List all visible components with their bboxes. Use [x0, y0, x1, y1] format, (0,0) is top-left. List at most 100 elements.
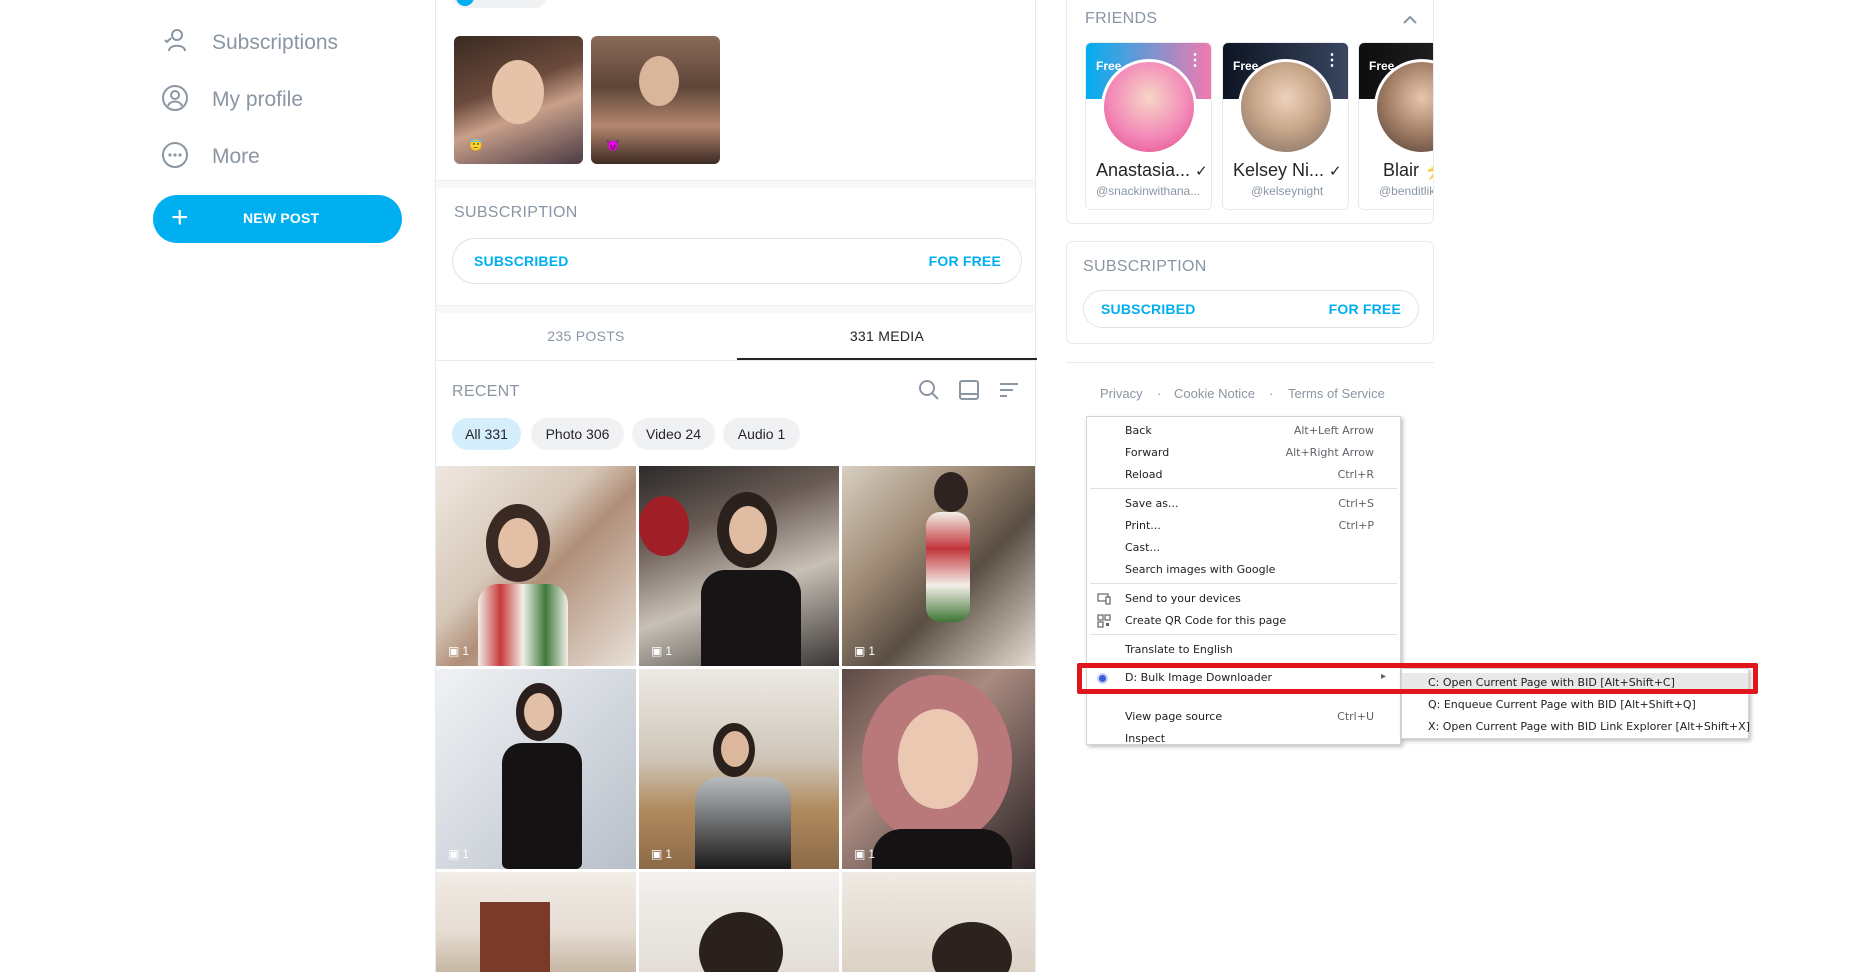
chevron-up-icon[interactable]: [1400, 10, 1420, 30]
menu-item-reload[interactable]: Reload Ctrl+R: [1087, 465, 1400, 485]
face-shape: [524, 693, 554, 731]
painting-shape: [480, 902, 550, 972]
menu-item-cast[interactable]: Cast...: [1087, 538, 1400, 558]
media-count: ▣ 1: [448, 644, 470, 658]
roses-shape: [639, 496, 689, 556]
friend-name: Anastasia... ✓: [1096, 160, 1208, 180]
hair-shape: [699, 912, 783, 972]
avatar: [1101, 59, 1197, 155]
media-count: ▣ 1: [854, 847, 876, 861]
media-item[interactable]: [436, 872, 636, 972]
menu-item-create-qr[interactable]: Create QR Code for this page: [1087, 611, 1400, 631]
nav-item-subscriptions[interactable]: Subscriptions: [160, 23, 338, 63]
filter-photo[interactable]: Photo 306: [531, 418, 624, 450]
highlight-thumbnail[interactable]: 😈: [591, 36, 720, 164]
face-shape: [729, 506, 767, 554]
image-icon: ▣: [854, 847, 866, 861]
tab-media[interactable]: 331 MEDIA: [737, 313, 1037, 360]
image-icon: ▣: [854, 644, 866, 658]
subscribed-label: SUBSCRIBED: [1101, 301, 1196, 317]
toggle-knob: [456, 0, 474, 6]
toggle-pill[interactable]: [454, 0, 546, 8]
media-item[interactable]: ▣ 1: [639, 669, 839, 869]
subscribed-button[interactable]: SUBSCRIBED FOR FREE: [452, 238, 1022, 284]
outfit-shape: [872, 829, 1012, 869]
divider: [436, 180, 1035, 188]
nav-label-subscriptions: Subscriptions: [212, 31, 339, 54]
face-shape: [498, 518, 538, 568]
nav-item-more[interactable]: More: [160, 137, 260, 177]
media-item[interactable]: [639, 872, 839, 972]
image-icon: ▣: [651, 847, 663, 861]
profile-icon: [160, 83, 190, 118]
search-icon[interactable]: [917, 378, 941, 402]
verified-icon: ✓: [1195, 163, 1208, 180]
subscribed-button[interactable]: SUBSCRIBED FOR FREE: [1083, 290, 1419, 328]
recent-label: RECENT: [452, 383, 520, 400]
more-options-icon[interactable]: ⋮: [1324, 53, 1340, 69]
menu-item-forward[interactable]: Forward Alt+Right Arrow: [1087, 443, 1400, 463]
divider: [436, 305, 1035, 313]
outfit-shape: [502, 743, 582, 869]
divider: [1066, 362, 1434, 363]
image-icon: ▣: [651, 644, 663, 658]
subscription-price: FOR FREE: [928, 253, 1001, 269]
filter-video[interactable]: Video 24: [632, 418, 715, 450]
terms-link[interactable]: Terms of Service: [1288, 386, 1385, 401]
divider: [436, 360, 1035, 361]
layout-icon[interactable]: [957, 378, 981, 402]
sort-icon[interactable]: [997, 378, 1021, 402]
nav-label-my-profile: My profile: [212, 88, 304, 111]
devices-icon: [1097, 593, 1111, 605]
privacy-link[interactable]: Privacy: [1100, 386, 1143, 401]
friends-title: FRIENDS: [1085, 10, 1158, 27]
emoji-badge: 😈: [606, 140, 620, 152]
hair-shape: [934, 472, 968, 512]
menu-separator: [1090, 583, 1397, 584]
face-shape: [492, 60, 544, 124]
verified-icon: ✓: [1329, 163, 1342, 180]
menu-item-send-to-devices[interactable]: Send to your devices: [1087, 589, 1400, 609]
filter-all[interactable]: All 331: [452, 418, 521, 450]
submenu-item-enqueue-page[interactable]: Q: Enqueue Current Page with BID [Alt+Sh…: [1402, 695, 1748, 715]
media-item[interactable]: ▣ 1: [436, 466, 636, 666]
subscription-price: FOR FREE: [1328, 301, 1401, 317]
friend-card[interactable]: Free ⋮ Anastasia... ✓ @snackinwithana...: [1085, 42, 1212, 210]
cookie-notice-link[interactable]: Cookie Notice: [1174, 386, 1255, 401]
filter-audio[interactable]: Audio 1: [723, 418, 800, 450]
menu-item-inspect[interactable]: Inspect: [1087, 729, 1400, 745]
media-item[interactable]: ▣ 1: [842, 669, 1035, 869]
media-count: ▣ 1: [651, 644, 673, 658]
submenu-item-link-explorer[interactable]: X: Open Current Page with BID Link Explo…: [1402, 717, 1750, 737]
media-count: ▣ 1: [448, 847, 470, 861]
image-icon: ▣: [448, 847, 460, 861]
subscribed-label: SUBSCRIBED: [474, 253, 569, 269]
menu-item-print[interactable]: Print... Ctrl+P: [1087, 516, 1400, 536]
menu-item-back[interactable]: Back Alt+Left Arrow: [1087, 421, 1400, 441]
highlight-thumbnail[interactable]: 😇: [454, 36, 583, 164]
media-item[interactable]: ▣ 1: [842, 466, 1035, 666]
menu-item-search-images[interactable]: Search images with Google: [1087, 560, 1400, 580]
image-icon: ▣: [448, 644, 460, 658]
menu-item-translate[interactable]: Translate to English: [1087, 640, 1400, 660]
media-item[interactable]: ▣ 1: [639, 466, 839, 666]
qr-code-icon: [1097, 614, 1111, 628]
menu-item-view-source[interactable]: View page source Ctrl+U: [1087, 707, 1400, 727]
media-item[interactable]: ▣ 1: [436, 669, 636, 869]
tab-posts[interactable]: 235 POSTS: [436, 313, 736, 360]
new-post-button[interactable]: + NEW POST: [153, 195, 402, 243]
annotation-highlight-box: [1077, 663, 1758, 694]
outfit-shape: [695, 777, 791, 869]
menu-item-save-as[interactable]: Save as... Ctrl+S: [1087, 494, 1400, 514]
face-shape: [721, 731, 749, 767]
friend-card[interactable]: Free Blair ⚡ @benditlike: [1358, 42, 1433, 210]
media-item[interactable]: [842, 872, 1035, 972]
menu-separator: [1090, 488, 1397, 489]
new-post-label: NEW POST: [243, 210, 320, 226]
more-options-icon[interactable]: ⋮: [1187, 53, 1203, 69]
nav-item-my-profile[interactable]: My profile: [160, 80, 303, 120]
subscription-title: SUBSCRIPTION: [454, 204, 578, 221]
more-icon: [160, 140, 190, 175]
friend-handle: @benditlike: [1379, 184, 1433, 198]
friend-card[interactable]: Free ⋮ Kelsey Ni... ✓ @kelseynight: [1222, 42, 1349, 210]
